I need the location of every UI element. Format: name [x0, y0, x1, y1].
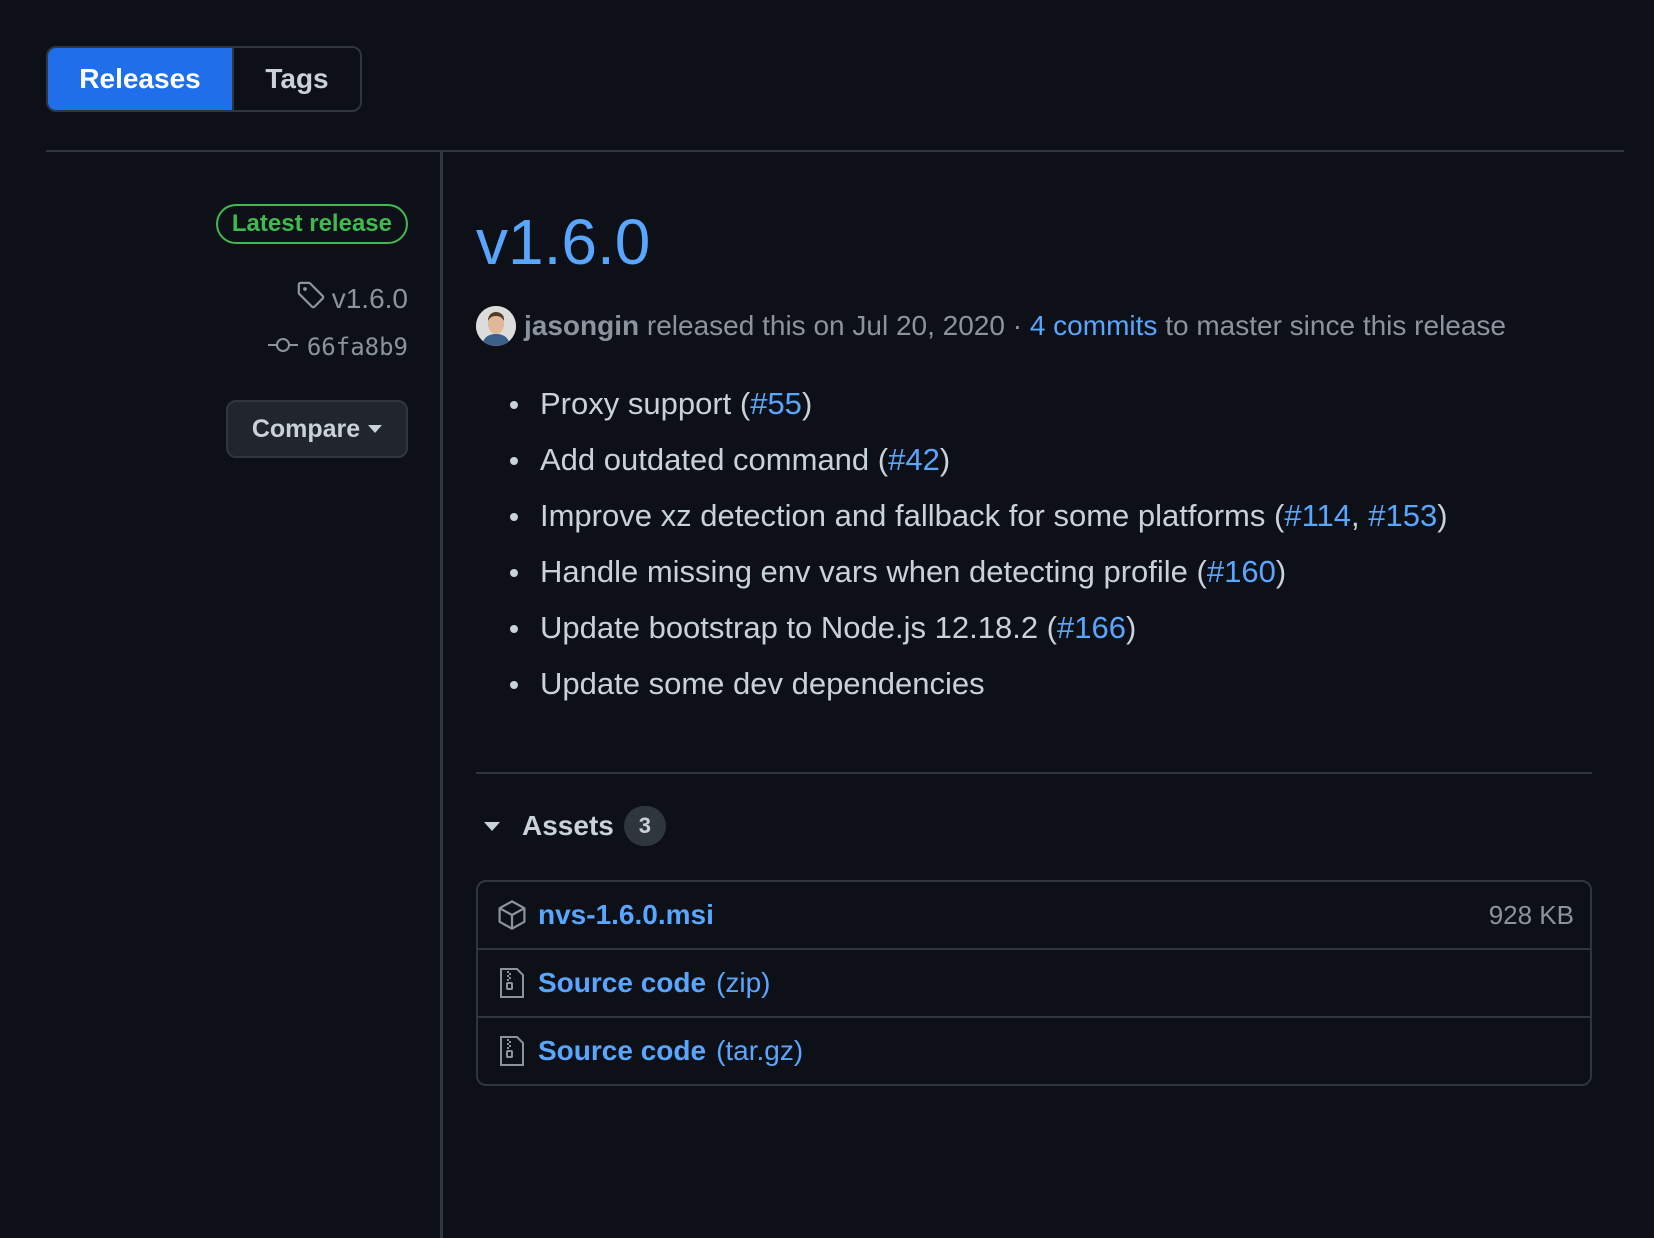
file-zip-icon [494, 965, 530, 1001]
compare-button[interactable]: Compare [226, 400, 408, 458]
asset-name: Source code [538, 967, 707, 998]
release-byline: jasongin released this on Jul 20, 2020 ·… [476, 306, 1506, 346]
note-close: ) [1125, 610, 1137, 645]
file-zip-icon [494, 1033, 530, 1069]
note-text: Update some dev dependencies [540, 666, 985, 701]
releases-tags-tabs: Releases Tags [46, 46, 362, 112]
asset-row: Source code (zip) [478, 948, 1590, 1016]
release-tag-link[interactable]: v1.6.0 [296, 280, 408, 317]
release-notes-list: Proxy support (#55) Add outdated command… [476, 376, 1448, 712]
note-close: ) [939, 442, 951, 477]
asset-name: Source code [538, 1035, 707, 1066]
byline-separator: · [1012, 310, 1023, 341]
assets-toggle[interactable]: Assets 3 [476, 806, 666, 846]
commit-sha: 66fa8b9 [306, 333, 408, 361]
note-text: Update bootstrap to Node.js 12.18.2 ( [540, 610, 1057, 645]
list-item: Improve xz detection and fallback for so… [510, 488, 1448, 544]
tag-icon [296, 280, 326, 317]
latest-release-badge: Latest release [215, 204, 408, 244]
note-text: Handle missing env vars when detecting p… [540, 554, 1207, 589]
released-date-text: released this on Jul 20, 2020 [646, 310, 1005, 341]
asset-format: (zip) [716, 967, 771, 998]
assets-label: Assets [522, 810, 614, 841]
commits-since-suffix: to master since this release [1165, 310, 1506, 341]
assets-list: nvs-1.6.0.msi 928 KB Source code (zip) S… [476, 880, 1592, 1086]
list-item: Update bootstrap to Node.js 12.18.2 (#16… [510, 600, 1448, 656]
asset-download-link[interactable]: Source code (zip) [538, 967, 771, 999]
issue-link[interactable]: #55 [750, 386, 802, 421]
asset-format: (tar.gz) [716, 1035, 804, 1066]
issue-link[interactable]: #160 [1207, 554, 1276, 589]
note-text: Improve xz detection and fallback for so… [540, 498, 1285, 533]
note-text: Proxy support ( [540, 386, 751, 421]
author-avatar[interactable] [476, 306, 516, 346]
link-separator: , [1351, 498, 1369, 533]
asset-row: nvs-1.6.0.msi 928 KB [478, 882, 1590, 948]
note-close: ) [1275, 554, 1287, 589]
issue-link[interactable]: #114 [1284, 498, 1351, 533]
commit-icon [267, 333, 299, 361]
tab-tags[interactable]: Tags [232, 48, 360, 110]
triangle-down-icon [484, 821, 500, 831]
notes-divider [476, 772, 1592, 774]
list-item: Add outdated command (#42) [510, 432, 1448, 488]
tab-releases[interactable]: Releases [48, 48, 232, 110]
caret-down-icon [368, 425, 383, 433]
author-link[interactable]: jasongin [524, 310, 639, 342]
release-title[interactable]: v1.6.0 [476, 210, 650, 274]
package-icon [494, 897, 530, 933]
assets-count-badge: 3 [623, 806, 666, 846]
note-close: ) [801, 386, 813, 421]
note-text: Add outdated command ( [540, 442, 889, 477]
asset-download-link[interactable]: Source code (tar.gz) [538, 1035, 803, 1067]
issue-link[interactable]: #153 [1368, 498, 1437, 533]
release-tag-label: v1.6.0 [331, 282, 408, 314]
asset-row: Source code (tar.gz) [478, 1016, 1590, 1084]
list-item: Update some dev dependencies [510, 656, 1448, 712]
commits-since-link[interactable]: 4 commits [1030, 310, 1158, 342]
list-item: Handle missing env vars when detecting p… [510, 544, 1448, 600]
asset-download-link[interactable]: nvs-1.6.0.msi [538, 899, 714, 931]
compare-button-label: Compare [251, 414, 361, 443]
column-divider [440, 150, 443, 1238]
issue-link[interactable]: #166 [1057, 610, 1126, 645]
release-commit-link[interactable]: 66fa8b9 [267, 333, 408, 361]
release-meta: Latest release v1.6.0 66fa8b9 Compare [46, 150, 408, 530]
list-item: Proxy support (#55) [510, 376, 1448, 432]
asset-size: 928 KB [1488, 899, 1574, 930]
note-close: ) [1437, 498, 1448, 533]
issue-link[interactable]: #42 [888, 442, 940, 477]
